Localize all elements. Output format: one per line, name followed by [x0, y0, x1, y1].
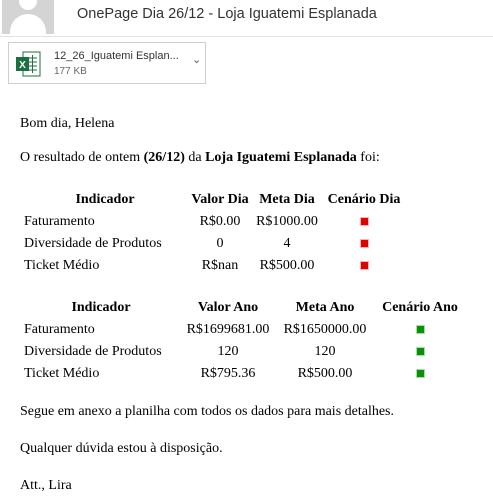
indicador-cell: Diversidade de Produtos: [24, 236, 162, 251]
avatar-body-icon: [10, 14, 46, 34]
header-valor-dia: Valor Dia: [191, 192, 249, 207]
greeting-text: Bom dia, Helena: [20, 116, 115, 131]
meta-cell: 120: [314, 344, 336, 359]
table-header-row: Indicador Valor Ano Meta Ano Cenário Ano: [22, 297, 466, 319]
attachment-card[interactable]: X 12_26_Iguatemi Esplan... 177 KB ⌄: [8, 42, 206, 84]
indicador-cell: Faturamento: [24, 322, 95, 337]
header-indicador: Indicador: [75, 192, 135, 207]
excel-file-icon: X: [16, 51, 41, 77]
valor-cell: R$1699681.00: [186, 322, 270, 337]
table-row: Diversidade de Produtos 120 120: [22, 341, 466, 363]
status-green-icon: [415, 369, 425, 379]
table-row: Faturamento R$1699681.00 R$1650000.00: [22, 319, 466, 341]
meta-cell: R$500.00: [297, 366, 353, 381]
chevron-down-icon[interactable]: ⌄: [192, 53, 201, 66]
intro-prefix: O resultado de ontem: [20, 150, 144, 165]
table-row: Ticket Médio R$795.36 R$500.00: [22, 363, 466, 385]
meta-cell: 4: [283, 236, 291, 251]
valor-cell: 120: [217, 344, 239, 359]
daily-results-table: Indicador Valor Dia Meta Dia Cenário Dia…: [22, 189, 406, 277]
indicador-cell: Faturamento: [24, 214, 95, 229]
table-row: Diversidade de Produtos 0 4: [22, 233, 406, 255]
signoff-text: Att., Lira: [20, 478, 72, 493]
svg-text:X: X: [19, 60, 26, 71]
attachment-file-size: 177 KB: [54, 66, 87, 77]
table-row: Ticket Médio R$nan R$500.00: [22, 255, 406, 277]
email-subject: OnePage Dia 26/12 - Loja Iguatemi Esplan…: [77, 6, 377, 22]
status-cell: [374, 319, 466, 341]
header-cenario-dia: Cenário Dia: [327, 192, 401, 207]
indicador-cell: Ticket Médio: [24, 258, 100, 273]
status-cell: [322, 255, 406, 277]
status-red-icon: [359, 261, 369, 271]
attachment-note: Segue em anexo a planilha com todos os d…: [20, 404, 395, 419]
yearly-results-table: Indicador Valor Ano Meta Ano Cenário Ano…: [22, 297, 466, 385]
indicador-cell: Ticket Médio: [24, 366, 100, 381]
header-cenario-ano: Cenário Ano: [382, 300, 458, 315]
table-header-row: Indicador Valor Dia Meta Dia Cenário Dia: [22, 189, 406, 211]
intro-suffix: foi:: [356, 150, 380, 165]
table-row: Faturamento R$0.00 R$1000.00: [22, 211, 406, 233]
status-green-icon: [415, 325, 425, 335]
email-header: OnePage Dia 26/12 - Loja Iguatemi Esplan…: [0, 0, 493, 36]
header-meta-dia: Meta Dia: [259, 192, 315, 207]
intro-text: O resultado de ontem (26/12) da Loja Igu…: [20, 150, 380, 166]
status-cell: [322, 233, 406, 255]
status-cell: [322, 211, 406, 233]
header-divider: [0, 36, 493, 37]
indicador-cell: Diversidade de Produtos: [24, 344, 162, 359]
meta-cell: R$1000.00: [256, 214, 318, 229]
valor-cell: 0: [216, 236, 224, 251]
avatar-head-icon: [19, 0, 37, 10]
valor-cell: R$0.00: [199, 214, 241, 229]
valor-cell: R$nan: [201, 258, 239, 273]
sender-avatar[interactable]: [2, 0, 54, 34]
status-cell: [374, 341, 466, 363]
help-note: Qualquer dúvida estou à disposição.: [20, 441, 223, 456]
valor-cell: R$795.36: [200, 366, 256, 381]
intro-mid: da: [184, 150, 206, 165]
meta-cell: R$1650000.00: [283, 322, 367, 337]
intro-store: Loja Iguatemi Esplanada: [205, 150, 357, 165]
meta-cell: R$500.00: [259, 258, 315, 273]
status-red-icon: [359, 239, 369, 249]
attachment-file-name: 12_26_Iguatemi Esplan...: [54, 50, 179, 62]
intro-date: (26/12): [143, 150, 185, 165]
header-indicador: Indicador: [71, 300, 131, 315]
status-green-icon: [415, 347, 425, 357]
status-cell: [374, 363, 466, 385]
header-meta-ano: Meta Ano: [295, 300, 355, 315]
status-red-icon: [359, 217, 369, 227]
header-valor-ano: Valor Ano: [197, 300, 259, 315]
